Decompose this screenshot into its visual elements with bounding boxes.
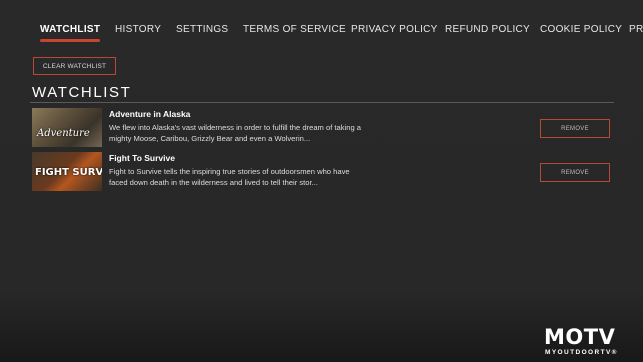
nav-tab-label: HISTORY bbox=[115, 24, 162, 35]
logo-main-text: MOTV bbox=[544, 325, 616, 349]
nav-tab-cookie-policy[interactable]: COOKIE POLICY bbox=[540, 24, 622, 35]
remove-label: REMOVE bbox=[561, 169, 589, 176]
thumbnail-title: FIGHT SURVIVE bbox=[35, 167, 102, 178]
clear-watchlist-label: CLEAR WATCHLIST bbox=[42, 62, 107, 70]
logo-sub-text: MYOUTDOORTV® bbox=[545, 349, 618, 356]
nav-tab-refund-policy[interactable]: REFUND POLICY bbox=[445, 24, 530, 35]
nav-tab-terms-of-service[interactable]: TERMS OF SERVICE bbox=[243, 24, 346, 35]
brand-logo: MOTV MYOUTDOORTV® bbox=[544, 325, 632, 359]
section-title: WATCHLIST bbox=[32, 84, 132, 101]
thumbnail-title: Adventure bbox=[37, 128, 90, 139]
video-thumbnail[interactable]: Adventure bbox=[32, 108, 102, 147]
nav-tab-label: TERMS OF SERVICE bbox=[243, 24, 346, 35]
nav-tab-label: PRO bbox=[629, 24, 643, 35]
nav-tab-privacy-policy[interactable]: PRIVACY POLICY bbox=[351, 24, 438, 35]
nav-tab-history[interactable]: HISTORY bbox=[115, 24, 161, 35]
nav-tab-watchlist[interactable]: WATCHLIST bbox=[40, 24, 101, 42]
video-description: We flew into Alaska's vast wilderness in… bbox=[109, 123, 362, 143]
nav-tab-label: REFUND POLICY bbox=[445, 24, 531, 35]
nav-tab-pro[interactable]: PRO bbox=[629, 24, 643, 35]
video-title[interactable]: Fight To Survive bbox=[109, 153, 175, 163]
clear-watchlist-button[interactable]: CLEAR WATCHLIST bbox=[33, 57, 116, 75]
video-title[interactable]: Adventure in Alaska bbox=[109, 109, 190, 119]
remove-label: REMOVE bbox=[561, 125, 589, 132]
section-divider bbox=[30, 102, 614, 103]
remove-button[interactable]: REMOVE bbox=[540, 119, 610, 138]
video-description: Fight to Survive tells the inspiring tru… bbox=[109, 167, 350, 187]
nav-tab-label: COOKIE POLICY bbox=[540, 24, 623, 35]
video-thumbnail[interactable]: FIGHT SURVIVE bbox=[32, 152, 102, 191]
watchlist-item: FIGHT SURVIVE Fight To Survive Fight to … bbox=[32, 152, 612, 192]
nav-tab-settings[interactable]: SETTINGS bbox=[176, 24, 228, 35]
nav-tab-label: PRIVACY POLICY bbox=[351, 24, 438, 35]
top-navigation: WATCHLIST HISTORY SETTINGS TERMS OF SERV… bbox=[0, 0, 643, 44]
nav-tab-label: WATCHLIST bbox=[40, 24, 101, 35]
remove-button[interactable]: REMOVE bbox=[540, 163, 610, 182]
nav-tab-label: SETTINGS bbox=[176, 24, 229, 35]
active-tab-underline bbox=[40, 39, 101, 42]
watchlist-item: Adventure Adventure in Alaska We flew in… bbox=[32, 108, 612, 148]
